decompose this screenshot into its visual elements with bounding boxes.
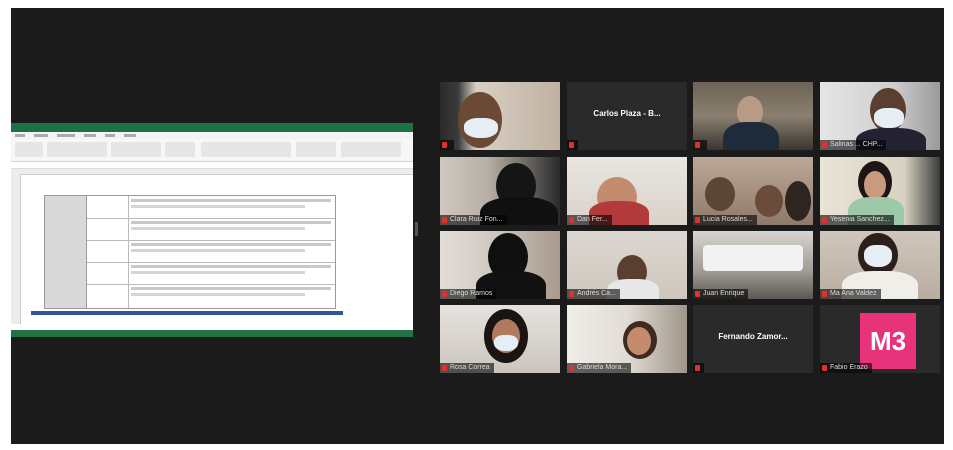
participant-tile[interactable]: Fernando Zamor... <box>693 305 813 373</box>
participant-tile[interactable]: Andrés Ca... <box>567 231 687 299</box>
participant-name: Lucia Rosales... <box>693 215 757 225</box>
participant-tile[interactable]: Gabriela Mora... <box>567 305 687 373</box>
row-headers <box>11 174 21 324</box>
participant-tile[interactable]: Diego Ramos <box>440 231 560 299</box>
participant-name-text: Yesenia Sanchez... <box>830 216 890 223</box>
mic-muted-icon <box>695 217 700 223</box>
participant-name-text: Rosa Correa <box>450 364 490 371</box>
table-row <box>87 240 335 263</box>
participant-name-text: Dan Fer... <box>577 216 608 223</box>
participant-name: Dan Fer... <box>567 215 612 225</box>
excel-title-bar <box>11 123 413 132</box>
participant-name: Clara Ruiz Fon... <box>440 215 507 225</box>
mic-muted-icon <box>442 142 447 148</box>
participant-name: Gabriela Mora... <box>567 363 632 373</box>
participant-name: Yesenia Sanchez... <box>820 215 894 225</box>
participant-name-text: Andrés Ca... <box>577 290 616 297</box>
mic-muted-icon <box>695 365 700 371</box>
table-row <box>87 262 335 285</box>
table-row <box>87 196 335 219</box>
mic-muted-icon <box>442 217 447 223</box>
mic-muted-icon <box>569 291 574 297</box>
participant-name-text: Clara Ruiz Fon... <box>450 216 503 223</box>
split-divider-handle[interactable] <box>415 222 418 236</box>
m3-logo: M3 <box>860 313 916 369</box>
participant-display-name: Fernando Zamor... <box>718 332 788 341</box>
participant-name: Ma Ana Valdez <box>820 289 881 299</box>
participant-tile[interactable]: M3 Fabio Erazo <box>820 305 940 373</box>
participant-tile[interactable]: Salinas ... CHP... <box>820 82 940 150</box>
mic-muted-icon <box>822 365 827 371</box>
table-row <box>87 284 335 308</box>
mic-muted-icon <box>442 291 447 297</box>
participant-name <box>567 140 578 150</box>
participant-name: Juan Enrique <box>693 289 749 299</box>
participant-name <box>693 363 704 373</box>
participant-name: Salinas ... CHP... <box>820 140 887 150</box>
participant-tile[interactable]: Dan Fer... <box>567 157 687 225</box>
participant-tile[interactable]: Clara Ruiz Fon... <box>440 157 560 225</box>
mic-muted-icon <box>442 365 447 371</box>
participant-display-name: Carlos Plaza - B... <box>593 109 661 118</box>
mic-muted-icon <box>569 142 574 148</box>
participant-name: Andrés Ca... <box>567 289 620 299</box>
participant-tile[interactable]: Juan Enrique <box>693 231 813 299</box>
participant-tile[interactable]: Yesenia Sanchez... <box>820 157 940 225</box>
mic-muted-icon <box>695 291 700 297</box>
mic-muted-icon <box>569 365 574 371</box>
mic-muted-icon <box>822 217 827 223</box>
participant-tile[interactable]: Ma Ana Valdez <box>820 231 940 299</box>
meeting-window: Carlos Plaza - B... Salinas ... CHP... C… <box>11 8 944 444</box>
participant-name <box>440 140 454 150</box>
formula-bar <box>11 162 413 169</box>
participant-name-text: Lucia Rosales... <box>703 216 753 223</box>
participant-name-text: Fabio Erazo <box>830 364 868 371</box>
participant-tile[interactable]: Carlos Plaza - B... <box>567 82 687 150</box>
mic-muted-icon <box>695 142 700 148</box>
table-footer-bar <box>31 311 343 315</box>
participant-name-text: Diego Ramos <box>450 290 493 297</box>
merged-category-cell <box>45 196 87 308</box>
participant-name: Diego Ramos <box>440 289 497 299</box>
column-headers <box>11 169 413 175</box>
ribbon-tabs <box>11 132 413 139</box>
participant-tile-active-speaker[interactable] <box>693 82 813 150</box>
participant-tile[interactable]: Lucia Rosales... <box>693 157 813 225</box>
participant-name <box>693 140 707 150</box>
table-row <box>87 218 335 241</box>
shared-screen[interactable] <box>11 123 413 337</box>
participant-name: Rosa Correa <box>440 363 494 373</box>
participant-tile[interactable] <box>440 82 560 150</box>
spreadsheet-table <box>44 195 336 309</box>
mic-muted-icon <box>569 217 574 223</box>
participant-name-text: Salinas ... CHP... <box>830 141 883 148</box>
participant-tile[interactable]: Rosa Correa <box>440 305 560 373</box>
participant-name-text: Ma Ana Valdez <box>830 290 877 297</box>
participant-name-text: Gabriela Mora... <box>577 364 628 371</box>
excel-ribbon <box>11 139 413 162</box>
excel-status-bar <box>11 330 413 337</box>
participant-name-text: Juan Enrique <box>703 290 745 297</box>
mic-muted-icon <box>822 291 827 297</box>
mic-muted-icon <box>822 142 827 148</box>
participant-name: Fabio Erazo <box>820 363 872 373</box>
